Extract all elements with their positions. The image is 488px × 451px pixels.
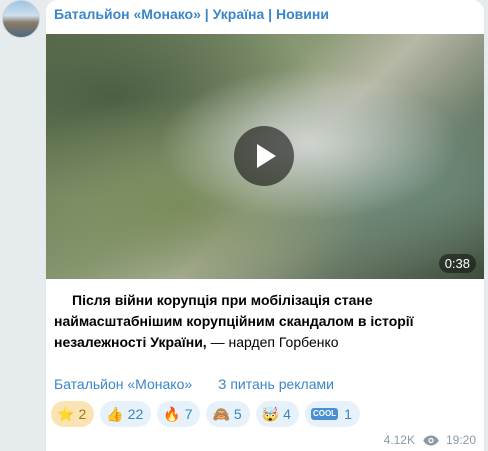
reaction-count: 7 <box>184 406 193 422</box>
play-icon <box>257 144 276 168</box>
channel-title[interactable]: Батальйон «Монако» | Україна | Новини <box>54 6 329 22</box>
reaction-count: 2 <box>78 406 87 422</box>
play-button[interactable] <box>234 126 294 186</box>
view-count: 4.12K <box>383 433 415 447</box>
exploding-head-icon: 🤯 <box>261 406 280 422</box>
post-links: Батальйон «Монако» З питань реклами <box>54 376 334 392</box>
video-duration: 0:38 <box>438 254 476 273</box>
message-meta: 4.12K 19:20 <box>384 433 476 447</box>
video-preview[interactable]: 0:38 <box>46 34 484 279</box>
reaction-count: 1 <box>344 406 352 422</box>
channel-avatar[interactable] <box>2 0 40 38</box>
reaction-thumbs-up[interactable]: 👍 22 <box>100 401 152 427</box>
reaction-count: 5 <box>233 406 242 422</box>
reaction-exploding-head[interactable]: 🤯 4 <box>255 401 299 427</box>
fire-icon: 🔥 <box>163 406 181 422</box>
message-bubble: Батальйон «Монако» | Україна | Новини 0:… <box>46 0 484 451</box>
channel-link[interactable]: Батальйон «Монако» <box>54 376 192 392</box>
reaction-count: 22 <box>127 406 144 422</box>
ads-link[interactable]: З питань реклами <box>218 376 334 392</box>
see-no-evil-monkey-icon: 🙈 <box>212 406 230 422</box>
reactions-bar: ⭐ 2 👍 22 🔥 7 🙈 5 🤯 4 COOL 1 <box>51 401 360 427</box>
post-text-author: — нардеп Горбенко <box>206 334 339 350</box>
reaction-monkey[interactable]: 🙈 5 <box>206 401 250 427</box>
cool-icon: COOL <box>310 408 339 420</box>
reaction-fire[interactable]: 🔥 7 <box>157 401 201 427</box>
star-icon: ⭐ <box>57 406 75 422</box>
reaction-star[interactable]: ⭐ 2 <box>51 401 95 427</box>
post-text: Після війни корупція при мобілізація ста… <box>54 290 474 353</box>
message-time: 19:20 <box>445 433 476 447</box>
reaction-count: 4 <box>283 406 291 422</box>
thumbs-up-icon: 👍 <box>106 406 124 422</box>
eye-icon <box>423 435 439 445</box>
reaction-cool[interactable]: COOL 1 <box>304 401 360 427</box>
